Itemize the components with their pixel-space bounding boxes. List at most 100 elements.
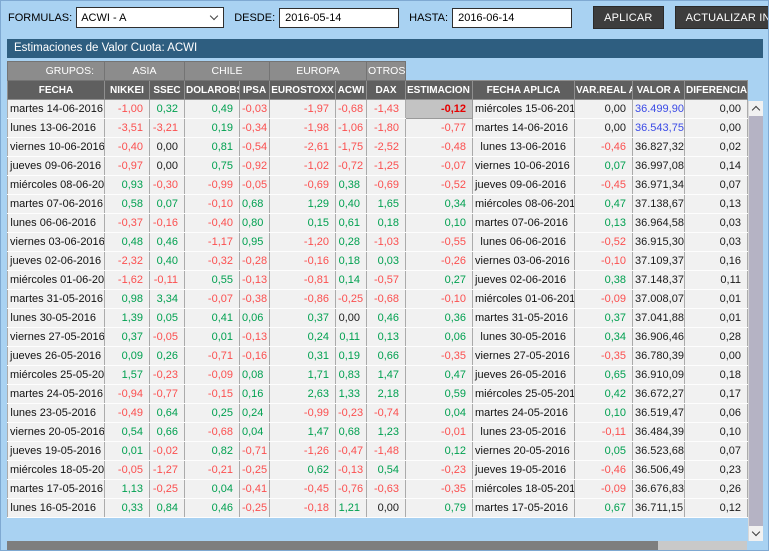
table-row[interactable]: martes 14-06-2016-1,000,320,49-0,03-1,97… — [8, 100, 748, 119]
col-header-var-real-a[interactable]: VAR.REAL A — [575, 81, 633, 100]
desde-input[interactable] — [279, 8, 399, 28]
table-row[interactable]: martes 24-05-2016-0,94-0,77-0,150,162,63… — [8, 385, 748, 404]
table-row[interactable]: martes 31-05-20160,983,34-0,07-0,38-0,86… — [8, 290, 748, 309]
cell-estimacion-a: -0,10 — [406, 290, 473, 309]
cell-ssec: 0,46 — [150, 233, 185, 252]
cell-acwi: -0,47 — [336, 442, 367, 461]
table-row[interactable]: martes 17-05-20161,13-0,250,04-0,41-0,45… — [8, 480, 748, 499]
table-row[interactable]: lunes 23-05-2016-0,490,640,250,24-0,99-0… — [8, 404, 748, 423]
col-header-ipsa[interactable]: IPSA — [240, 81, 270, 100]
cell-ssec: 0,32 — [150, 100, 185, 119]
cell-ssec: -0,77 — [150, 385, 185, 404]
cell-estimacion-a: -0,35 — [406, 347, 473, 366]
cell-diferencia: 0,01 — [685, 309, 748, 328]
cell-acwi: 1,33 — [336, 385, 367, 404]
cell-acwi: -0,13 — [336, 461, 367, 480]
table-row[interactable]: jueves 26-05-20160,090,26-0,71-0,160,310… — [8, 347, 748, 366]
horizontal-scrollbar-thumb[interactable] — [7, 541, 658, 550]
cell-eurostoxx: -2,61 — [270, 138, 336, 157]
cell-nikkei: 1,39 — [105, 309, 150, 328]
cell-estimacion-a: -0,48 — [406, 138, 473, 157]
col-header-nikkei[interactable]: NIKKEI — [105, 81, 150, 100]
table-row[interactable]: viernes 10-06-2016-0,400,000,81-0,54-2,6… — [8, 138, 748, 157]
actualizar-indices-button[interactable]: ACTUALIZAR INDICES — [675, 6, 769, 29]
table-row[interactable]: lunes 13-06-2016-3,51-3,210,19-0,34-1,98… — [8, 119, 748, 138]
table-row[interactable]: miércoles 25-05-20161,57-0,23-0,090,081,… — [8, 366, 748, 385]
cell-fecha-aplica: martes 31-05-2016 — [473, 309, 575, 328]
table-row[interactable]: jueves 19-05-20160,01-0,020,82-0,71-1,26… — [8, 442, 748, 461]
cell-acwi: 0,14 — [336, 271, 367, 290]
table-row[interactable]: viernes 27-05-20160,37-0,050,01-0,130,24… — [8, 328, 748, 347]
cell-ssec: -0,02 — [150, 442, 185, 461]
cell-fecha-aplica: lunes 23-05-2016 — [473, 423, 575, 442]
cell-eurostoxx: -1,97 — [270, 100, 336, 119]
hasta-input[interactable] — [452, 8, 572, 28]
col-header-estimacion-a[interactable]: ESTIMACION A — [406, 81, 473, 100]
col-header-dolarobs[interactable]: DOLAROBS — [185, 81, 240, 100]
col-header-fecha-aplica[interactable]: FECHA APLICA — [473, 81, 575, 100]
scroll-down-button[interactable] — [749, 526, 763, 541]
cell-acwi: 0,40 — [336, 195, 367, 214]
cell-acwi: 0,11 — [336, 328, 367, 347]
cell-valor-a: 36.915,30 — [633, 233, 685, 252]
cell-valor-a: 36.971,34 — [633, 176, 685, 195]
table-row[interactable]: lunes 06-06-2016-0,37-0,16-0,400,800,150… — [8, 214, 748, 233]
cell-dax: 1,23 — [367, 423, 406, 442]
cell-estimacion-a: 0,34 — [406, 195, 473, 214]
table-row[interactable]: viernes 03-06-20160,480,46-1,170,95-1,20… — [8, 233, 748, 252]
table-row[interactable]: miércoles 01-06-2016-1,62-0,110,55-0,13-… — [8, 271, 748, 290]
cell-ipsa: 0,80 — [240, 214, 270, 233]
cell-fecha: martes 14-06-2016 — [8, 100, 105, 119]
table-zone: GRUPOS:ASIACHILEEUROPAOTROS FECHANIKKEIS… — [7, 61, 763, 541]
cell-nikkei: 0,93 — [105, 176, 150, 195]
col-header-dax[interactable]: DAX — [367, 81, 406, 100]
col-header-diferencia[interactable]: DIFERENCIA — [685, 81, 748, 100]
cell-var-real-a: 0,07 — [575, 157, 633, 176]
aplicar-button[interactable]: APLICAR — [593, 6, 663, 29]
table-row[interactable]: martes 07-06-20160,580,07-0,100,681,290,… — [8, 195, 748, 214]
cell-var-real-a: 0,00 — [575, 100, 633, 119]
cell-ipsa: 0,06 — [240, 309, 270, 328]
cell-dax: 0,03 — [367, 252, 406, 271]
cell-diferencia: 0,00 — [685, 100, 748, 119]
cell-var-real-a: 0,37 — [575, 309, 633, 328]
cell-nikkei: -2,32 — [105, 252, 150, 271]
cell-var-real-a: -0,52 — [575, 233, 633, 252]
scroll-up-button[interactable] — [749, 101, 763, 116]
table-row[interactable]: miércoles 18-05-2016-0,05-1,27-0,21-0,25… — [8, 461, 748, 480]
col-header-fecha[interactable]: FECHA — [8, 81, 105, 100]
cell-eurostoxx: 1,29 — [270, 195, 336, 214]
cell-valor-a: 36.711,15 — [633, 499, 685, 518]
cell-valor-a: 36.499,90 — [633, 100, 685, 119]
cell-nikkei: -0,94 — [105, 385, 150, 404]
cell-dax: 0,00 — [367, 499, 406, 518]
horizontal-scrollbar[interactable] — [7, 541, 747, 550]
table-row[interactable]: miércoles 08-06-20160,93-0,30-0,99-0,05-… — [8, 176, 748, 195]
formulas-select[interactable]: ACWI - A — [76, 7, 224, 28]
table-row[interactable]: jueves 09-06-2016-0,970,000,75-0,92-1,02… — [8, 157, 748, 176]
cell-ipsa: -0,25 — [240, 461, 270, 480]
table-row[interactable]: jueves 02-06-2016-2,320,40-0,32-0,28-0,1… — [8, 252, 748, 271]
cell-var-real-a: -0,11 — [575, 423, 633, 442]
cell-valor-a: 36.676,83 — [633, 480, 685, 499]
cell-dolarobs: 0,01 — [185, 328, 240, 347]
col-header-acwi[interactable]: ACWI — [336, 81, 367, 100]
cell-dolarobs: 0,04 — [185, 480, 240, 499]
cell-valor-a: 36.543,75 — [633, 119, 685, 138]
vertical-scrollbar[interactable] — [748, 101, 763, 541]
cell-var-real-a: 0,67 — [575, 499, 633, 518]
cell-var-real-a: -0,46 — [575, 138, 633, 157]
cell-ssec: 0,64 — [150, 404, 185, 423]
col-header-ssec[interactable]: SSEC — [150, 81, 185, 100]
table-row[interactable]: lunes 16-05-20160,330,840,46-0,25-0,181,… — [8, 499, 748, 518]
cell-estimacion-a: -0,52 — [406, 176, 473, 195]
table-row[interactable]: viernes 20-05-20160,540,66-0,680,041,470… — [8, 423, 748, 442]
col-header-eurostoxx[interactable]: EUROSTOXX — [270, 81, 336, 100]
vertical-scrollbar-thumb[interactable] — [749, 116, 763, 526]
cell-estimacion-a: -0,07 — [406, 157, 473, 176]
table-row[interactable]: lunes 30-05-20161,390,050,410,060,370,00… — [8, 309, 748, 328]
col-header-valor-a[interactable]: VALOR A — [633, 81, 685, 100]
cell-valor-a: 37.109,37 — [633, 252, 685, 271]
cell-dax: -0,74 — [367, 404, 406, 423]
cell-acwi: 0,18 — [336, 252, 367, 271]
